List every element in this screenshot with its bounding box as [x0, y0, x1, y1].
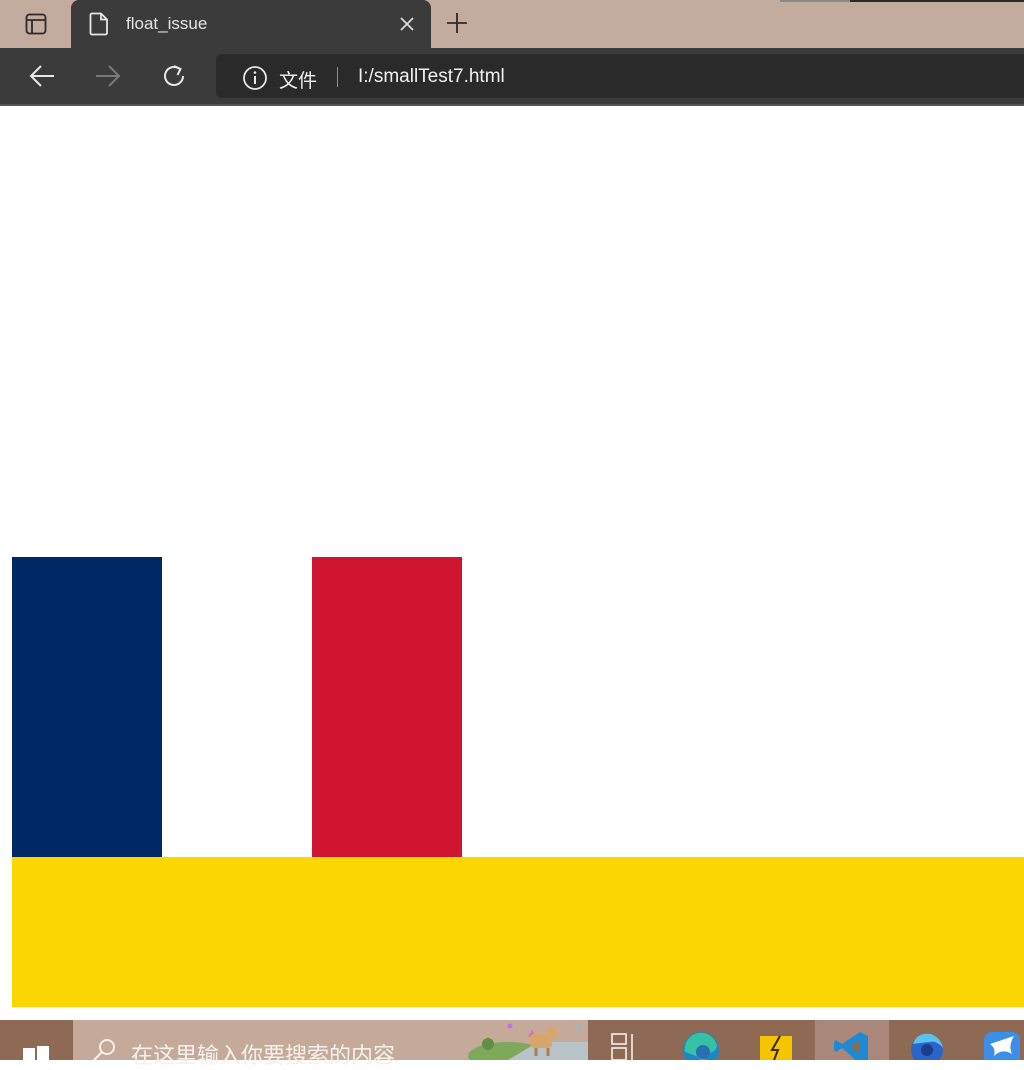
firefox-icon[interactable] — [907, 1030, 947, 1060]
tab-actions-icon — [25, 13, 47, 35]
browser-toolbar: 文件 I:/smallTest7.html — [0, 48, 1024, 106]
taskbar-search-box[interactable]: 在这里输入你要搜索的内容 — [73, 1020, 588, 1068]
search-icon — [93, 1039, 115, 1061]
edge-icon[interactable] — [681, 1030, 721, 1060]
document-icon — [89, 12, 108, 36]
taskbar: 在这里输入你要搜索的内容 — [0, 1020, 1024, 1068]
refresh-icon — [164, 65, 184, 86]
tab-float-issue[interactable]: float_issue — [71, 0, 431, 48]
window-edge — [780, 0, 1024, 2]
new-tab-button[interactable] — [444, 10, 470, 36]
start-button[interactable] — [0, 1020, 72, 1060]
back-button[interactable] — [26, 60, 58, 92]
site-info-label[interactable]: 文件 — [279, 66, 317, 93]
tab-actions-button[interactable] — [14, 12, 58, 36]
windows-start-icon — [23, 1046, 49, 1060]
refresh-button[interactable] — [158, 60, 190, 92]
plus-icon — [447, 13, 467, 33]
box-blue — [12, 557, 162, 857]
search-placeholder: 在这里输入你要搜索的内容 — [131, 1043, 396, 1068]
search-highlight-illustration-icon — [468, 1023, 588, 1060]
address-separator — [337, 67, 338, 87]
address-bar[interactable]: 文件 I:/smallTest7.html — [216, 54, 1024, 98]
box-red — [312, 557, 462, 857]
forward-button[interactable] — [92, 60, 124, 92]
box-yellow — [12, 857, 1024, 1007]
vscode-icon[interactable] — [832, 1030, 870, 1060]
file-explorer-icon[interactable] — [758, 1030, 794, 1060]
close-tab-button[interactable] — [397, 14, 417, 34]
forward-arrow-icon — [96, 65, 121, 87]
tab-strip: float_issue — [0, 0, 1024, 48]
box-white — [162, 557, 312, 857]
page-viewport — [0, 106, 1024, 1020]
info-icon[interactable] — [242, 65, 268, 91]
back-arrow-icon — [29, 65, 54, 87]
close-icon — [400, 17, 414, 31]
app-bird-icon[interactable] — [982, 1030, 1022, 1060]
task-view-icon[interactable] — [610, 1030, 638, 1060]
tab-title: float_issue — [126, 14, 208, 33]
url-text[interactable]: I:/smallTest7.html — [358, 66, 505, 88]
